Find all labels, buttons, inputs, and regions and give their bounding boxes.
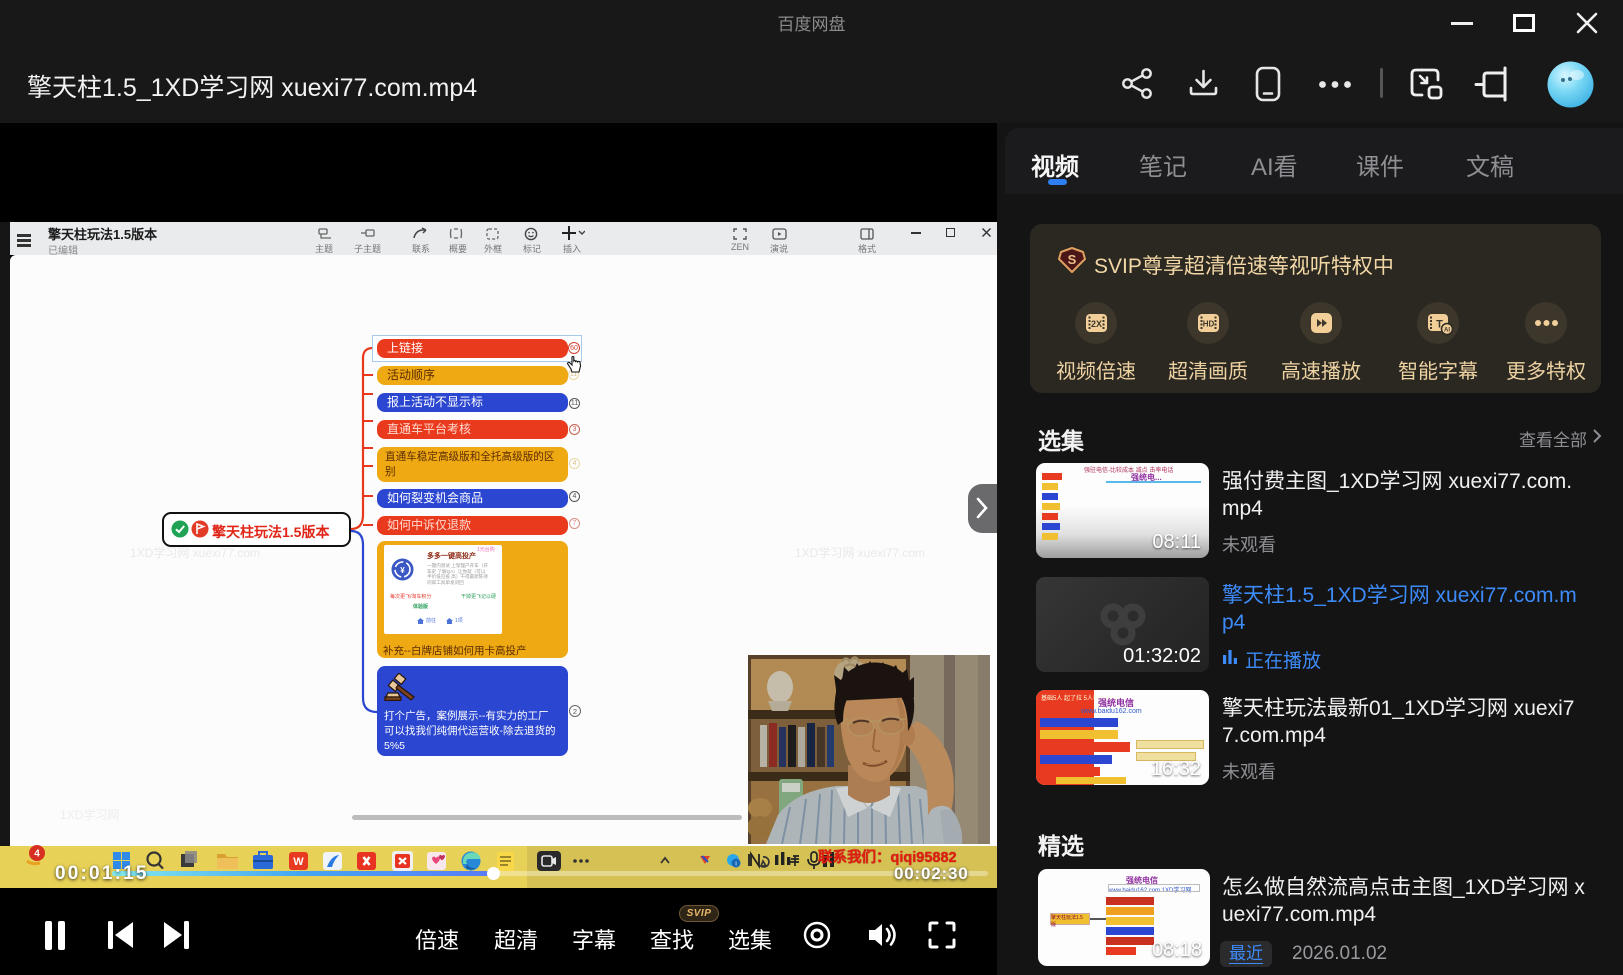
- svg-text:¥: ¥: [400, 566, 405, 575]
- svg-text:4: 4: [34, 849, 40, 860]
- svg-text:HD: HD: [1203, 320, 1215, 329]
- svg-text:S: S: [1068, 252, 1077, 267]
- svg-text:AI: AI: [1444, 328, 1450, 334]
- svg-text:W: W: [293, 856, 304, 868]
- svg-text:2X: 2X: [1091, 319, 1102, 329]
- svg-text:i: i: [735, 862, 736, 868]
